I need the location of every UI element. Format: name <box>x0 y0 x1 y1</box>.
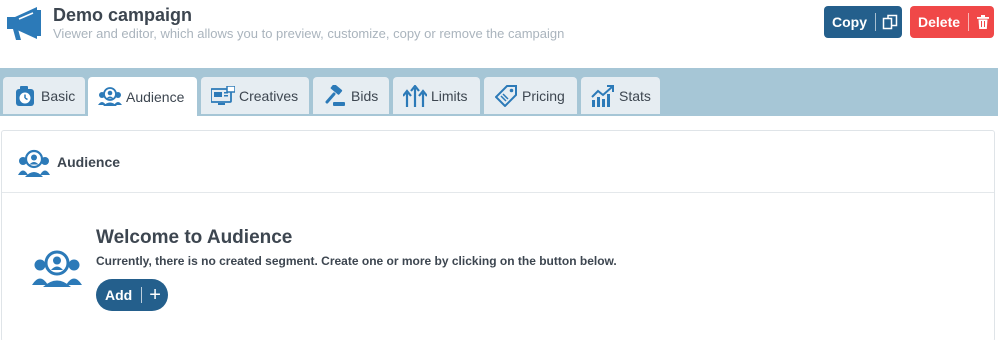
audience-icon <box>32 250 82 287</box>
welcome-message: Currently, there is no created segment. … <box>96 254 617 268</box>
copy-button[interactable]: Copy <box>824 6 902 38</box>
creatives-icon <box>211 84 235 108</box>
page-header: Demo campaign Viewer and editor, which a… <box>0 0 998 68</box>
tab-label: Basic <box>41 87 76 104</box>
delete-button-label: Delete <box>918 14 961 30</box>
trash-icon <box>972 11 994 33</box>
tab-audience[interactable]: Audience <box>88 77 197 116</box>
tab-limits[interactable]: Limits <box>393 77 480 114</box>
tab-label: Pricing <box>522 87 565 104</box>
tab-label: Bids <box>351 87 379 104</box>
page-subtitle: Viewer and editor, which allows you to p… <box>53 26 565 41</box>
price-tag-icon <box>494 84 518 108</box>
megaphone-icon <box>7 7 41 40</box>
gavel-icon <box>323 84 347 108</box>
panel-title: Audience <box>57 154 121 170</box>
stopwatch-icon <box>13 84 37 108</box>
tab-bids[interactable]: Bids <box>313 77 389 114</box>
delete-button[interactable]: Delete <box>910 6 994 38</box>
tab-creatives[interactable]: Creatives <box>201 77 309 114</box>
tab-label: Creatives <box>239 87 299 104</box>
add-segment-button[interactable]: Add + <box>96 279 168 311</box>
tab-bar: Basic Audience Creatives Bids Limits Pri… <box>0 68 998 116</box>
panel-header: Audience <box>2 131 994 193</box>
tab-stats[interactable]: Stats <box>581 77 660 114</box>
button-divider <box>968 13 970 31</box>
add-button-label: Add <box>105 287 133 303</box>
audience-panel: Audience Welcome to Audience Currently, … <box>1 130 995 340</box>
arrows-up-icon <box>403 84 427 108</box>
audience-icon <box>18 149 50 177</box>
button-divider <box>875 13 876 31</box>
plus-icon: + <box>149 284 161 306</box>
tab-basic[interactable]: Basic <box>3 77 85 114</box>
chart-icon <box>591 84 615 108</box>
button-divider <box>141 287 143 303</box>
tab-label: Limits <box>431 87 468 104</box>
page-title: Demo campaign <box>53 5 193 25</box>
copy-icon <box>879 11 901 33</box>
welcome-title: Welcome to Audience <box>96 227 293 248</box>
tab-label: Audience <box>126 88 185 105</box>
audience-icon <box>98 85 122 109</box>
tab-label: Stats <box>619 87 651 104</box>
tab-pricing[interactable]: Pricing <box>484 77 577 114</box>
copy-button-label: Copy <box>832 14 867 30</box>
